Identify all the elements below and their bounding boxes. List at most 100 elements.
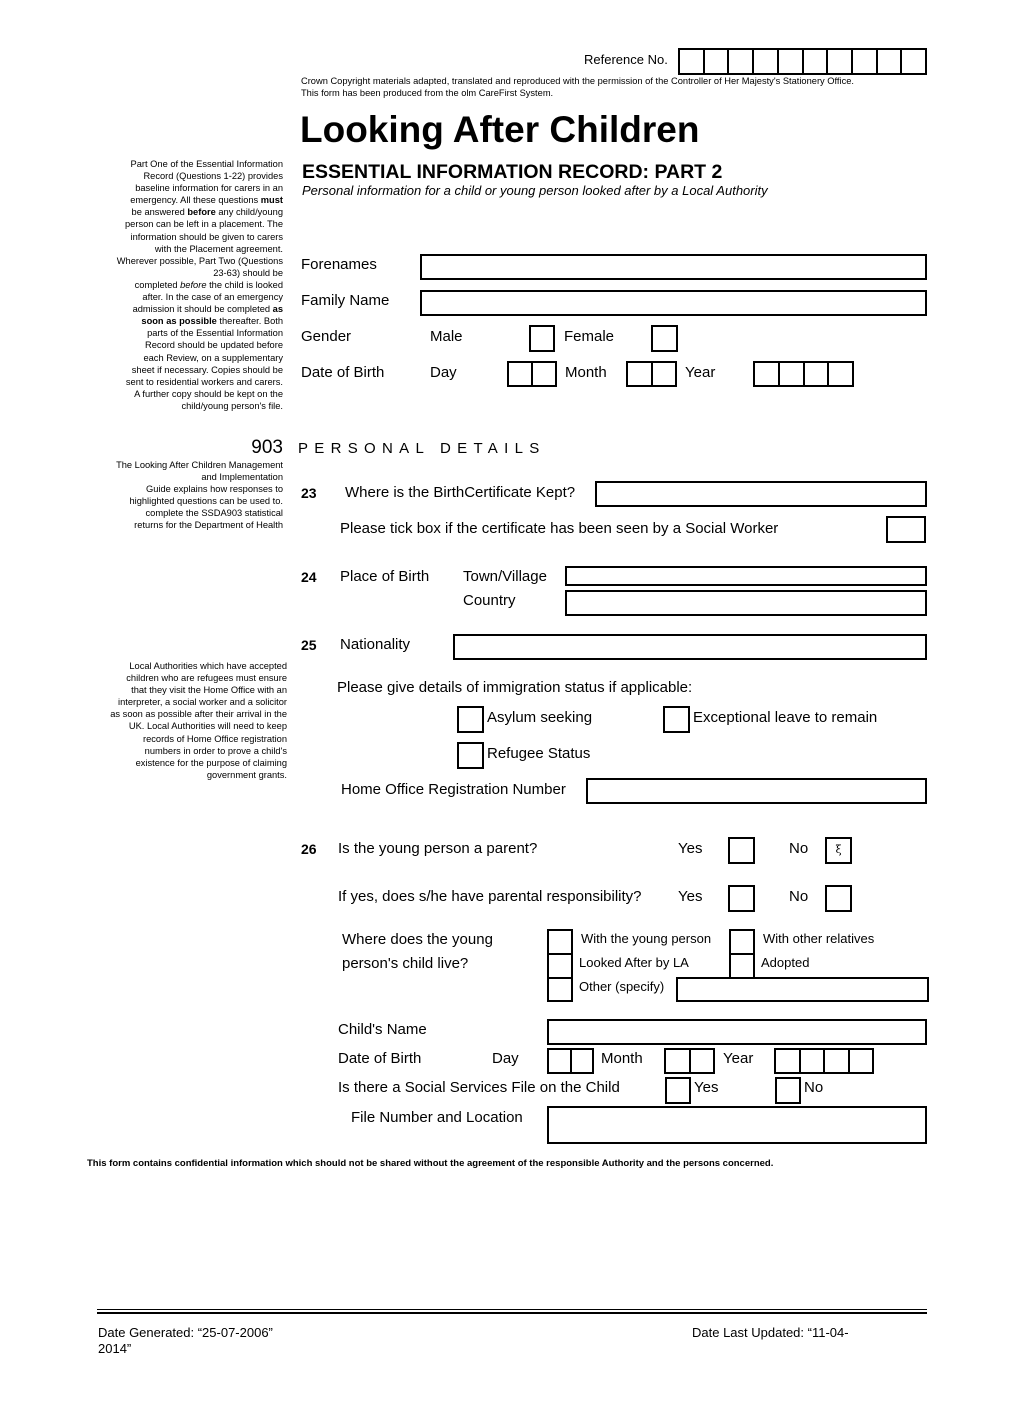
refugee-status-checkbox[interactable]: [457, 742, 484, 769]
digit-cell[interactable]: [825, 1050, 850, 1072]
other-label: Other (specify): [579, 979, 665, 994]
digit-cell[interactable]: [691, 1050, 714, 1072]
reference-cell[interactable]: [878, 50, 903, 73]
digit-cell[interactable]: [666, 1050, 691, 1072]
child-dob-month-label: Month: [601, 1050, 643, 1067]
gender-label: Gender: [301, 328, 352, 345]
ss-file-yes-checkbox[interactable]: [665, 1077, 691, 1104]
parent-no-checkbox[interactable]: ξ: [825, 837, 852, 864]
note-text: admission it should be completed: [132, 304, 273, 315]
date-generated: Date Generated: “25-07-2006”: [98, 1325, 273, 1340]
note-line: existence for the purpose of claiming: [135, 757, 287, 768]
reference-number-field[interactable]: [678, 48, 927, 75]
certificate-seen-checkbox[interactable]: [886, 516, 926, 543]
with-relatives-checkbox[interactable]: [729, 929, 755, 955]
country-input[interactable]: [565, 590, 927, 616]
digit-cell[interactable]: [549, 1050, 572, 1072]
with-young-person-label: With the young person: [581, 931, 712, 946]
town-village-input[interactable]: [565, 566, 927, 586]
note-line: returns for the Department of Health: [134, 520, 283, 531]
footer-divider-thick: [97, 1312, 927, 1314]
dob-month-field[interactable]: [626, 361, 677, 387]
reference-cell[interactable]: [729, 50, 755, 73]
page-title: Looking After Children: [300, 109, 700, 150]
digit-cell[interactable]: [653, 363, 676, 385]
exceptional-leave-checkbox[interactable]: [663, 706, 690, 733]
other-checkbox[interactable]: [547, 977, 573, 1002]
reference-cell[interactable]: [779, 50, 804, 73]
dob-label: Date of Birth: [301, 364, 385, 381]
section-title: PERSONAL DETAILS: [298, 440, 546, 457]
reference-cell[interactable]: [754, 50, 779, 73]
copyright-line: Crown Copyright materials adapted, trans…: [301, 76, 854, 86]
reference-cell[interactable]: [902, 50, 925, 73]
child-name-input[interactable]: [547, 1019, 927, 1045]
note-text: the child is looked: [206, 279, 283, 290]
child-name-label: Child's Name: [338, 1021, 427, 1038]
note-line: parts of the Essential Information: [147, 328, 283, 339]
looked-after-checkbox[interactable]: [547, 953, 573, 979]
parent-question: Is the young person a parent?: [338, 840, 538, 857]
ss-file-question: Is there a Social Services File on the C…: [338, 1079, 620, 1096]
note-emphasis: soon as possible: [141, 316, 217, 327]
child-dob-month-field[interactable]: [664, 1048, 715, 1074]
child-live-question-line1: Where does the young: [342, 931, 493, 948]
child-dob-day-field[interactable]: [547, 1048, 594, 1074]
female-checkbox[interactable]: [651, 325, 678, 352]
digit-cell[interactable]: [628, 363, 653, 385]
digit-cell[interactable]: [801, 1050, 825, 1072]
confidential-notice: This form contains confidential informat…: [87, 1158, 774, 1169]
family-name-input[interactable]: [420, 290, 927, 316]
parent-yes-checkbox[interactable]: [728, 837, 755, 864]
note-line: completed before the child is looked: [83, 279, 283, 291]
digit-cell[interactable]: [533, 363, 555, 385]
digit-cell[interactable]: [805, 363, 830, 385]
nationality-input[interactable]: [453, 634, 927, 660]
dob-month-label: Month: [565, 364, 607, 381]
reference-cell[interactable]: [705, 50, 730, 73]
dob-year-field[interactable]: [753, 361, 854, 387]
ssda-code: 903: [251, 437, 283, 458]
ss-file-no-checkbox[interactable]: [775, 1077, 801, 1104]
note-line: children who are refugees must ensure: [126, 673, 287, 684]
digit-cell[interactable]: [776, 1050, 801, 1072]
note-line: government grants.: [206, 769, 287, 780]
file-number-input[interactable]: [547, 1106, 927, 1144]
note-line: person can be left in a placement. The: [125, 219, 283, 230]
note-line: sent to residential workers and carers.: [125, 376, 283, 387]
note-text: thereafter. Both: [216, 316, 283, 327]
with-young-person-checkbox[interactable]: [547, 929, 573, 955]
digit-cell[interactable]: [755, 363, 780, 385]
question-number: 26: [301, 841, 317, 857]
form-subtitle: ESSENTIAL INFORMATION RECORD: PART 2: [302, 161, 723, 183]
date-last-updated: Date Last Updated: “11-04-: [692, 1325, 849, 1340]
immigration-status-label: Please give details of immigration statu…: [337, 679, 693, 696]
dob-year-label: Year: [685, 364, 716, 381]
adopted-checkbox[interactable]: [729, 953, 755, 979]
responsibility-no-label: No: [789, 888, 809, 905]
forenames-input[interactable]: [420, 254, 927, 280]
digit-cell[interactable]: [780, 363, 805, 385]
reference-cell[interactable]: [828, 50, 853, 73]
asylum-seeking-checkbox[interactable]: [457, 706, 484, 733]
reference-cell[interactable]: [853, 50, 878, 73]
with-relatives-label: With other relatives: [763, 931, 875, 946]
note-line: each Review, on a supplementary: [143, 352, 283, 363]
digit-cell[interactable]: [572, 1050, 593, 1072]
child-dob-year-field[interactable]: [774, 1048, 874, 1074]
digit-cell[interactable]: [509, 363, 533, 385]
dob-day-field[interactable]: [507, 361, 557, 387]
note-text: emergency. All these questions: [130, 195, 261, 206]
home-office-input[interactable]: [586, 778, 927, 804]
male-checkbox[interactable]: [529, 325, 555, 352]
digit-cell[interactable]: [850, 1050, 873, 1072]
reference-cell[interactable]: [680, 50, 705, 73]
birth-certificate-input[interactable]: [595, 481, 927, 507]
responsibility-no-checkbox[interactable]: [825, 885, 852, 912]
other-specify-input[interactable]: [676, 977, 929, 1002]
note-line: highlighted questions can be used to.: [129, 496, 283, 507]
responsibility-yes-checkbox[interactable]: [728, 885, 755, 912]
sidebar-intro-note: Part One of the Essential Information Re…: [83, 158, 283, 412]
digit-cell[interactable]: [829, 363, 852, 385]
reference-cell[interactable]: [804, 50, 829, 73]
